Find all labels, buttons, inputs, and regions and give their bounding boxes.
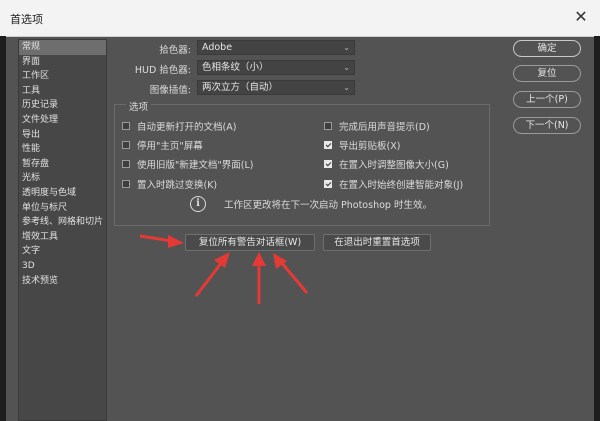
disable-home-checkbox[interactable]: 停用"主页"屏幕 (122, 138, 203, 152)
resize-on-place-checkbox[interactable]: 在置入时调整图像大小(G) (324, 157, 449, 171)
checkbox-box[interactable] (122, 180, 130, 188)
options-group-title: 选项 (126, 99, 152, 113)
checkbox-label: 在置入时调整图像大小(G) (339, 160, 449, 171)
sidebar-item-plugins[interactable]: 增效工具 (19, 230, 106, 245)
previous-button[interactable]: 上一个(P) (513, 91, 581, 108)
window-title: 首选项 (10, 13, 43, 26)
color-picker-label: 拾色器: (159, 45, 191, 56)
sidebar: 常规 界面 工作区 工具 历史记录 文件处理 导出 性能 暂存盘 光标 透明度与… (18, 39, 107, 421)
hud-picker-value: 色相条纹（小） (202, 62, 269, 73)
sidebar-item-scratch-disks[interactable]: 暂存盘 (19, 157, 106, 172)
beep-when-done-checkbox[interactable]: 完成后用声音提示(D) (324, 119, 430, 133)
sidebar-item-general[interactable]: 常规 (19, 40, 106, 55)
ok-button[interactable]: 确定 (513, 40, 581, 57)
next-button[interactable]: 下一个(N) (513, 117, 581, 134)
info-text: 工作区更改将在下一次启动 Photoshop 时生效。 (224, 200, 432, 211)
checkbox-label: 完成后用声音提示(D) (339, 122, 430, 133)
annotation-arrow (279, 261, 309, 294)
title-bar: 首选项 ✕ (0, 0, 600, 37)
skip-transform-checkbox[interactable]: 置入时跳过变换(K) (122, 177, 217, 191)
smart-object-checkbox[interactable]: 在置入时始终创建智能对象(J) (324, 177, 463, 191)
info-row: i 工作区更改将在下一次启动 Photoshop 时生效。 (190, 196, 432, 212)
reset-warnings-button[interactable]: 复位所有警告对话框(W) (185, 234, 315, 251)
checkbox-label: 自动更新打开的文档(A) (137, 122, 237, 133)
info-icon: i (190, 196, 206, 212)
hud-picker-label: HUD 拾色器: (134, 65, 191, 76)
sidebar-item-history[interactable]: 历史记录 (19, 98, 106, 113)
checkbox-box[interactable] (324, 160, 332, 168)
window-frame-left (0, 36, 6, 421)
checkbox-box[interactable] (324, 122, 332, 130)
annotation-arrow (139, 234, 173, 243)
interpolation-value: 两次立方（自动） (202, 82, 279, 93)
chevron-down-icon: ⌄ (343, 43, 350, 52)
sidebar-item-workspace[interactable]: 工作区 (19, 69, 106, 84)
legacy-new-doc-checkbox[interactable]: 使用旧版"新建文档"界面(L) (122, 157, 253, 171)
export-clipboard-checkbox[interactable]: 导出剪贴板(X) (324, 138, 400, 152)
annotation-arrow (168, 235, 184, 248)
checkbox-box[interactable] (324, 141, 332, 149)
annotation-arrow (273, 253, 287, 269)
hud-picker-select[interactable]: 色相条纹（小） ⌄ (197, 60, 355, 75)
checkbox-box[interactable] (122, 141, 130, 149)
annotation-arrow (214, 252, 230, 268)
color-picker-value: Adobe (202, 42, 233, 53)
chevron-down-icon: ⌄ (343, 63, 350, 72)
checkbox-box[interactable] (122, 122, 130, 130)
checkbox-box[interactable] (122, 160, 130, 168)
annotation-arrow (252, 252, 266, 266)
sidebar-item-3d[interactable]: 3D (19, 259, 106, 274)
checkbox-label: 使用旧版"新建文档"界面(L) (137, 160, 254, 171)
chevron-down-icon: ⌄ (343, 83, 350, 92)
reset-prefs-on-quit-button[interactable]: 在退出时重置首选项 (323, 234, 431, 251)
color-picker-select[interactable]: Adobe ⌄ (197, 40, 355, 55)
sidebar-item-export[interactable]: 导出 (19, 128, 106, 143)
sidebar-item-units-rulers[interactable]: 单位与标尺 (19, 201, 106, 216)
sidebar-item-guides-grid[interactable]: 参考线、网格和切片 (19, 215, 106, 230)
sidebar-item-performance[interactable]: 性能 (19, 142, 106, 157)
sidebar-item-file-handling[interactable]: 文件处理 (19, 113, 106, 128)
checkbox-label: 导出剪贴板(X) (339, 141, 401, 152)
interpolation-label: 图像插值: (149, 85, 191, 96)
checkbox-label: 置入时跳过变换(K) (137, 180, 218, 191)
reset-button[interactable]: 复位 (513, 65, 581, 82)
sidebar-item-transparency[interactable]: 透明度与色域 (19, 186, 106, 201)
checkbox-label: 停用"主页"屏幕 (137, 141, 203, 152)
sidebar-item-cursors[interactable]: 光标 (19, 171, 106, 186)
annotation-arrow (194, 261, 224, 297)
sidebar-item-type[interactable]: 文字 (19, 244, 106, 259)
sidebar-item-tools[interactable]: 工具 (19, 84, 106, 99)
window-frame-right (594, 36, 600, 421)
checkbox-box[interactable] (324, 180, 332, 188)
sidebar-item-interface[interactable]: 界面 (19, 55, 106, 70)
sidebar-item-tech-preview[interactable]: 技术预览 (19, 274, 106, 289)
close-icon[interactable]: ✕ (570, 6, 592, 28)
checkbox-label: 在置入时始终创建智能对象(J) (339, 180, 464, 191)
auto-update-checkbox[interactable]: 自动更新打开的文档(A) (122, 119, 236, 133)
interpolation-select[interactable]: 两次立方（自动） ⌄ (197, 80, 355, 95)
